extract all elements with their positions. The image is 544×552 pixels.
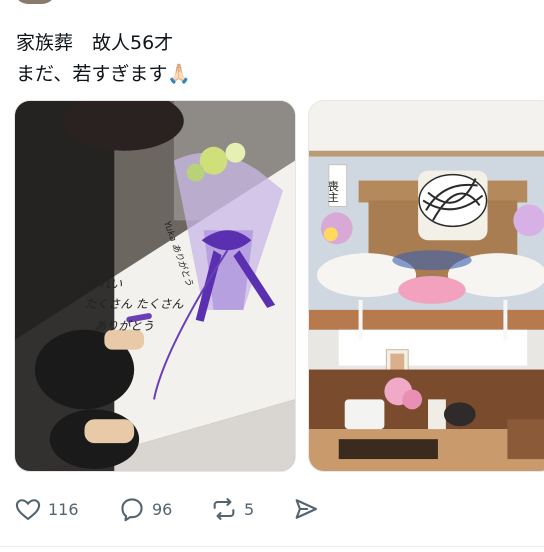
handwriting-line-2: たくさん たくさん (85, 297, 184, 311)
handwriting-line-3: ありがとう (94, 319, 153, 333)
heart-outline-icon (14, 495, 42, 523)
post-text-line-2: まだ、若すぎます🙏🏻 (16, 63, 192, 85)
share-button[interactable] (292, 492, 320, 526)
post-text-line-1: 家族葬 故人56才 (16, 32, 174, 54)
reply-button[interactable]: 96 (118, 492, 172, 526)
repost-button[interactable]: 5 (210, 492, 254, 526)
repost-count: 5 (244, 499, 255, 519)
speech-bubble-icon (118, 495, 146, 523)
post-divider (0, 546, 544, 547)
like-button[interactable]: 116 (14, 492, 79, 526)
post-actions-bar: 116 96 5 (14, 492, 534, 526)
like-count: 116 (48, 499, 79, 519)
post-image-funeral-altar[interactable]: 喪主 (308, 100, 544, 472)
repost-arrows-icon (210, 495, 238, 523)
post-image-coffin-writing[interactable]: きれい たくさん たくさん ありがとう Yuka ありがとう (14, 100, 296, 472)
handwriting-line-1: きれい (86, 277, 122, 291)
media-carousel[interactable]: きれい たくさん たくさん ありがとう Yuka ありがとう 喪主 (14, 100, 544, 472)
censored-portrait-scribble (418, 173, 488, 228)
chief-mourner-sign: 喪主 (326, 179, 339, 202)
post-text: 家族葬 故人56才 まだ、若すぎます🙏🏻 (16, 28, 526, 90)
author-avatar[interactable] (14, 0, 56, 4)
paper-plane-icon (292, 495, 320, 523)
reply-count: 96 (152, 499, 173, 519)
